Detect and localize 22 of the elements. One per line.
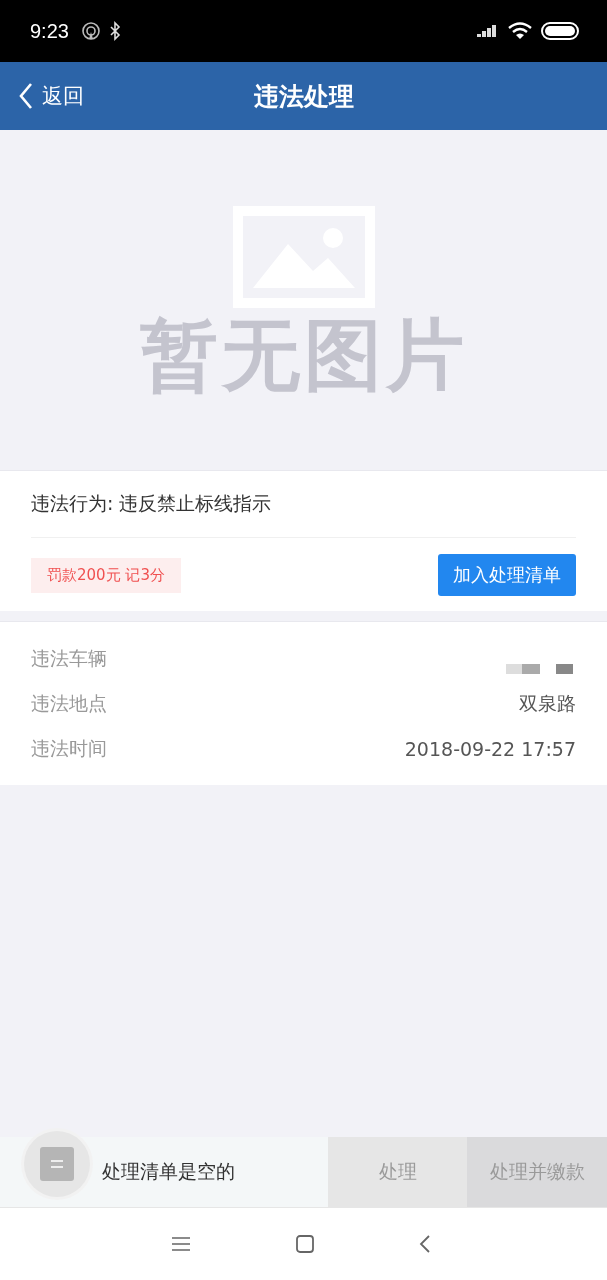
home-icon[interactable] [294, 1234, 315, 1254]
wifi-icon [507, 21, 533, 41]
menu-icon[interactable] [170, 1236, 191, 1252]
back-icon[interactable] [418, 1234, 431, 1254]
field-value: 双泉路 [519, 690, 576, 716]
field-label: 违法时间 [31, 735, 107, 761]
field-value: 2018-09-22 17:57 [404, 737, 576, 760]
field-label: 违法车辆 [31, 645, 107, 671]
penalty-tag: 罚款200元 记3分 [31, 557, 181, 593]
field-label: 违法地点 [31, 690, 107, 716]
hotspot-icon [80, 21, 101, 41]
signal-icon [477, 23, 499, 39]
battery-icon [541, 22, 579, 40]
add-to-list-button[interactable]: 加入处理清单 [438, 554, 576, 596]
violation-behavior: 违法行为: 违反禁止标线指示 [31, 491, 272, 516]
back-button[interactable]: 返回 [0, 82, 84, 110]
bluetooth-icon [108, 21, 121, 41]
page-title: 违法处理 [252, 80, 355, 113]
redacted-plate-drawing [506, 662, 576, 675]
chevron-left-icon [18, 82, 34, 110]
status-time: 9:23 [30, 19, 69, 43]
empty-list-text: 处理清单是空的 [102, 1159, 235, 1184]
